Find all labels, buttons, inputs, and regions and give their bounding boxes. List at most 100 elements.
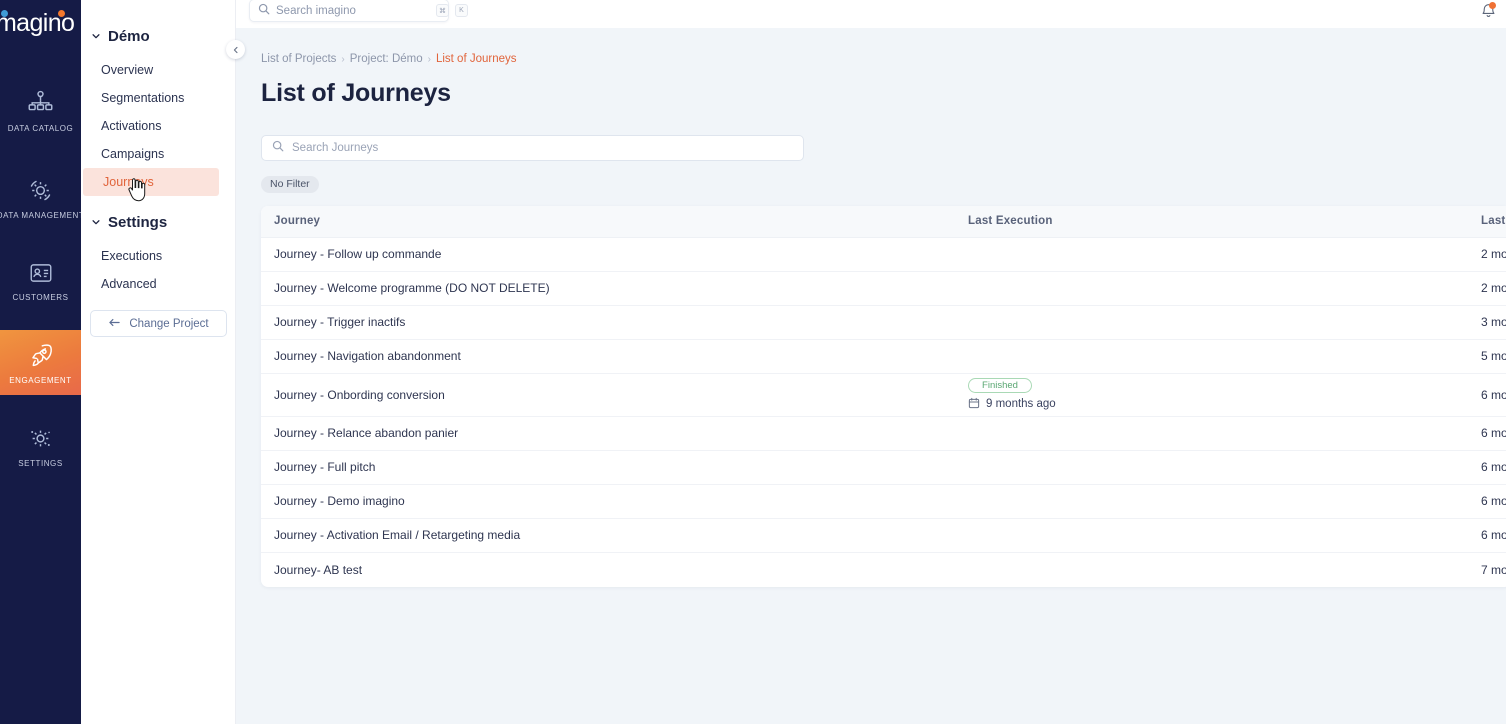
table-row[interactable]: Journey - Demo imagino 6 mont [261,485,1506,519]
gear-network-icon [27,425,54,452]
column-header-journey[interactable]: Journey [261,215,968,227]
breadcrumb: List of Projects › Project: Démo › List … [261,53,1506,65]
table-row[interactable]: Journey - Relance abandon panier 6 mont [261,417,1506,451]
search-icon [272,139,284,157]
sidebar-item-overview[interactable]: Overview [81,56,235,84]
logo-dot-orange-icon [58,10,65,17]
sidebar-item-activations[interactable]: Activations [81,112,235,140]
journeys-table: Journey Last Execution Last Up Journey -… [261,205,1506,587]
cell-last-updated: 6 mont [1481,494,1506,508]
table-row[interactable]: Journey - Follow up commande 2 mont [261,238,1506,272]
cell-last-updated: 6 mont [1481,460,1506,474]
app-root: imagino DATA CATALOG [0,0,1506,724]
chevron-left-icon [232,41,240,59]
table-row[interactable]: Journey - Welcome programme (DO NOT DELE… [261,272,1506,306]
topbar: ⌘ K [236,0,1506,28]
primary-nav-rail: imagino DATA CATALOG [0,0,81,724]
cell-last-updated: 2 mont [1481,281,1506,295]
change-project-label: Change Project [129,317,209,330]
cell-journey-name: Journey - Navigation abandonment [274,349,461,363]
calendar-icon [968,397,980,412]
cell-journey-name: Journey - Full pitch [274,460,376,474]
cell-last-updated: 3 mont [1481,315,1506,329]
filter-chip-no-filter[interactable]: No Filter [261,175,319,193]
breadcrumb-item-current[interactable]: List of Journeys [436,53,517,65]
filter-row: No Filter [261,174,1506,193]
cell-journey-name: Journey - Demo imagino [274,494,405,508]
cell-journey-name: Journey - Follow up commande [274,247,442,261]
cell-last-updated: 7 mont [1481,562,1506,577]
notification-badge-dot [1489,2,1496,9]
sidebar-item-campaigns[interactable]: Campaigns [81,140,235,168]
search-input[interactable] [276,4,430,17]
sidebar-item-journeys[interactable]: Journeys [83,168,219,196]
cell-journey-name: Journey - Onbording conversion [274,387,445,402]
breadcrumb-separator: › [341,53,345,65]
sidebar-item-advanced[interactable]: Advanced [81,270,235,298]
rail-label-data-catalog: DATA CATALOG [7,124,74,133]
chevron-down-icon [91,217,101,227]
subnav-group-demo[interactable]: Démo [81,24,235,48]
table-row[interactable]: Journey - Trigger inactifs 3 mont [261,306,1506,340]
rocket-icon [27,342,54,369]
execution-time-label: 9 months ago [986,398,1056,410]
sidebar-item-label: Journeys [103,175,154,189]
subnav-group-title-demo: Démo [108,27,150,45]
rail-label-data-management: DATA MANAGEMENT [0,211,81,220]
rail-item-data-catalog[interactable]: DATA CATALOG [0,78,81,143]
search-journeys-input[interactable] [292,142,793,154]
kbd-shortcut-k: K [455,4,468,17]
search-journeys-field[interactable] [261,135,804,161]
rail-item-data-management[interactable]: DATA MANAGEMENT [0,165,81,230]
subnav-group-title-settings: Settings [108,213,168,231]
cell-journey-name: Journey - Trigger inactifs [274,315,406,329]
column-header-last-updated[interactable]: Last Up [1476,215,1506,227]
chevron-down-icon [91,31,101,41]
rail-label-engagement: ENGAGEMENT [9,376,72,385]
global-search[interactable]: ⌘ K [249,0,468,22]
page-title: List of Journeys [261,79,451,107]
page-content: List of Projects › Project: Démo › List … [236,53,1506,587]
cell-journey-name: Journey- AB test [274,562,363,577]
rail-item-customers[interactable]: CUSTOMERS [0,248,81,312]
search-icon [258,2,270,20]
table-row[interactable]: Journey - Navigation abandonment 5 mont [261,340,1506,374]
gear-refresh-icon [27,177,54,204]
sidebar-item-segmentations[interactable]: Segmentations [81,84,235,112]
cell-journey-name: Journey - Activation Email / Retargeting… [274,528,521,542]
rail-item-engagement[interactable]: ENGAGEMENT [0,330,81,395]
cell-last-updated: 2 mont [1481,247,1506,261]
cell-last-updated: 6 mont [1481,387,1506,402]
breadcrumb-separator: › [427,53,431,65]
breadcrumb-item-projects[interactable]: List of Projects [261,53,336,65]
change-project-button[interactable]: Change Project [90,310,227,337]
column-header-last-execution[interactable]: Last Execution [968,215,1476,227]
table-row[interactable]: Journey - Full pitch 6 mont [261,451,1506,485]
logo-dot-blue-icon [1,10,8,17]
table-row[interactable]: Journey- AB test 7 mont [261,553,1506,587]
main-area: ⌘ K List of Projects › Project: Démo › [236,0,1506,724]
table-row[interactable]: Journey - Activation Email / Retargeting… [261,519,1506,553]
cell-journey-name: Journey - Relance abandon panier [274,426,459,440]
notifications-button[interactable] [1476,1,1500,25]
table-row[interactable]: Journey - Onbording conversion Finished [261,374,1506,417]
subnav-group-settings[interactable]: Settings [81,210,235,234]
kbd-shortcut-cmd: ⌘ [436,4,449,17]
cell-last-updated: 6 mont [1481,528,1506,542]
rail-item-settings[interactable]: SETTINGS [0,413,81,478]
sidebar-item-label: Segmentations [101,91,185,105]
sitemap-icon [27,90,54,117]
id-card-icon [28,260,54,286]
rail-label-customers: CUSTOMERS [12,293,69,302]
cell-last-execution: Finished 9 months ago [968,377,1476,412]
sidebar-item-executions[interactable]: Executions [81,242,235,270]
secondary-sidebar: Démo Overview Segmentations Activations … [81,0,245,724]
cell-journey-name: Journey - Welcome programme (DO NOT DELE… [274,281,550,295]
table-header-row: Journey Last Execution Last Up [261,205,1506,238]
sidebar-item-label: Activations [101,119,162,133]
breadcrumb-item-project[interactable]: Project: Démo [350,53,423,65]
sidebar-item-label: Campaigns [101,147,165,161]
sidebar-collapse-button[interactable] [226,40,245,59]
status-badge: Finished [968,377,1032,393]
app-logo[interactable]: imagino [0,0,81,47]
